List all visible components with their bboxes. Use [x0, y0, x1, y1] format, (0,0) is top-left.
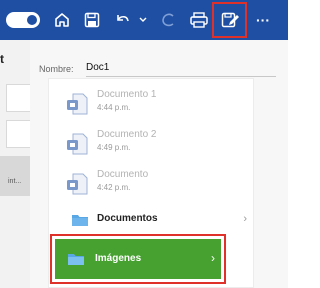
folder-imagenes-highlight: Imágenes › [50, 234, 226, 284]
left-field-2 [6, 120, 30, 148]
more-label: ··· [256, 12, 270, 28]
redo-icon[interactable] [156, 0, 180, 40]
name-label: Nombre: [39, 64, 74, 74]
chevron-right-icon: › [243, 213, 247, 225]
document-time: 4:42 p.m. [97, 183, 131, 192]
folder-icon [68, 254, 84, 265]
word-doc-icon [67, 173, 88, 195]
undo-icon[interactable] [112, 0, 134, 40]
top-toolbar: ··· [0, 0, 288, 40]
folder-name: Imágenes [95, 253, 142, 264]
file-name-input[interactable] [86, 58, 276, 77]
word-doc-icon [67, 93, 88, 115]
folder-documentos[interactable]: Documentos › [49, 205, 255, 235]
undo-dropdown-icon[interactable] [137, 0, 149, 40]
folder-icon [72, 215, 88, 226]
print-icon[interactable] [186, 0, 212, 40]
more-icon[interactable]: ··· [250, 0, 276, 40]
save-as-highlight [212, 2, 247, 38]
list-item[interactable]: Documento 1 4:44 p.m. [49, 83, 255, 123]
folder-name: Documentos [97, 213, 158, 224]
autosave-toggle[interactable] [6, 12, 40, 28]
document-name: Documento 1 [97, 89, 157, 100]
left-pane-letter: t [0, 52, 4, 66]
chevron-right-icon: › [211, 251, 215, 265]
folder-imagenes[interactable]: Imágenes › [55, 239, 221, 279]
home-icon[interactable] [50, 0, 74, 40]
list-item[interactable]: Documento 2 4:49 p.m. [49, 123, 255, 163]
word-doc-icon [67, 133, 88, 155]
save-icon[interactable] [80, 0, 104, 40]
list-item[interactable]: Documento 4:42 p.m. [49, 163, 255, 203]
document-time: 4:49 p.m. [97, 143, 131, 152]
document-name: Documento [97, 169, 149, 180]
document-time: 4:44 p.m. [97, 103, 131, 112]
left-tab-label: int... [8, 178, 22, 185]
document-name: Documento 2 [97, 129, 157, 140]
left-field-1 [6, 84, 30, 112]
